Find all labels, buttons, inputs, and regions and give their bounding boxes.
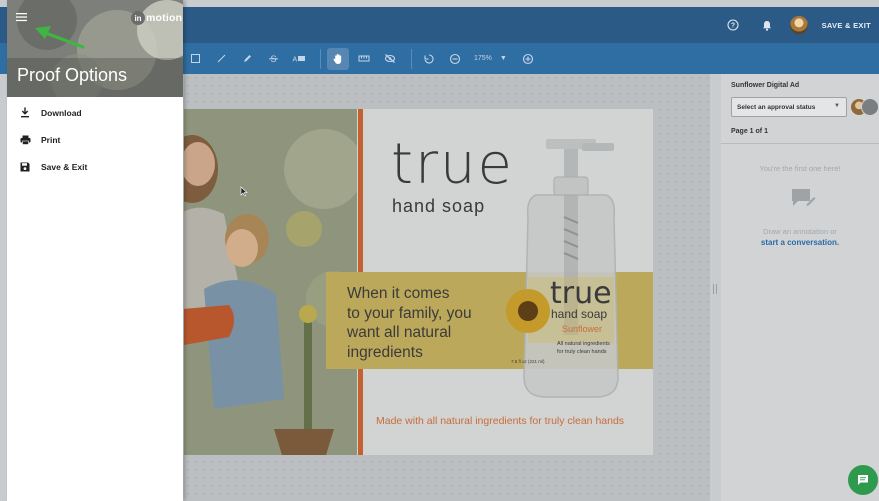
- proof-artwork[interactable]: true hand soap When it comes to your fam…: [184, 109, 653, 455]
- toolbar-divider: [320, 48, 321, 69]
- chat-icon: [858, 475, 868, 485]
- brand-subtitle: hand soap: [392, 196, 486, 216]
- menu-item-print[interactable]: Print: [7, 126, 183, 153]
- bottle-label-flavor: Sunflower: [562, 324, 603, 334]
- help-icon[interactable]: ?: [722, 14, 744, 36]
- bottle-label-sub: hand soap: [551, 307, 608, 321]
- chevron-down-icon: ▼: [834, 103, 840, 109]
- inmotion-logo: in motion: [131, 11, 182, 25]
- chat-button[interactable]: [848, 465, 878, 495]
- line-icon[interactable]: [210, 48, 232, 70]
- download-icon: [19, 107, 31, 119]
- user-avatar[interactable]: [789, 16, 808, 34]
- approval-status-value: Select an approval status: [737, 103, 816, 111]
- print-icon: [19, 134, 31, 146]
- save-icon: [19, 161, 31, 173]
- hide-icon[interactable]: [379, 48, 401, 70]
- svg-text:A: A: [293, 57, 298, 64]
- svg-text:?: ?: [730, 23, 734, 30]
- zoom-level[interactable]: 175%: [474, 55, 492, 62]
- drawer-title: Proof Options: [17, 65, 128, 85]
- top-bar-actions: ? SAVE & EXIT: [722, 7, 879, 43]
- inmotion-logo-mark: in: [131, 11, 145, 25]
- menu-item-label: Save & Exit: [41, 161, 88, 172]
- annotation-arrow-icon: [35, 26, 85, 49]
- zoom-out-icon[interactable]: [444, 48, 466, 70]
- mouse-cursor-icon: [240, 186, 248, 197]
- bottle-label-desc: All natural ingredients: [557, 341, 610, 347]
- rotate-icon[interactable]: [418, 48, 440, 70]
- save-exit-button[interactable]: SAVE & EXIT: [822, 21, 871, 30]
- proof-title: Sunflower Digital Ad: [731, 82, 800, 89]
- start-conversation-link[interactable]: start a conversation.: [721, 238, 879, 247]
- text-replace-icon[interactable]: A: [288, 48, 310, 70]
- menu-item-label: Download: [41, 107, 82, 118]
- panel-divider: [721, 143, 879, 144]
- menu-item-download[interactable]: Download: [7, 99, 183, 126]
- drawer-header: in motion Proof Options: [7, 0, 183, 97]
- square-icon[interactable]: [184, 48, 206, 70]
- chevron-down-icon[interactable]: ▼: [500, 55, 507, 62]
- bottle-label-desc-2: for truly clean hands: [557, 349, 607, 355]
- reviewer-avatars[interactable]: [850, 98, 879, 116]
- hand-icon[interactable]: [327, 47, 349, 70]
- comments-panel: Sunflower Digital Ad Select an approval …: [721, 74, 879, 501]
- pen-icon[interactable]: [236, 48, 258, 70]
- brand-logo-text: true: [391, 132, 514, 197]
- empty-state-prompt: Draw an annotation or: [763, 227, 837, 236]
- proof-options-menu: Download Print Save & Exit: [7, 99, 183, 180]
- zoom-in-icon[interactable]: [517, 48, 539, 70]
- empty-state-text: You're the first one here!: [759, 164, 841, 173]
- menu-item-label: Print: [41, 134, 61, 145]
- ruler-icon[interactable]: [353, 48, 375, 70]
- bottle-label-brand: true: [550, 276, 612, 311]
- reviewer-avatar-2[interactable]: [861, 98, 879, 116]
- toolbar-tools: S A 175% ▼: [184, 43, 543, 74]
- ad-headline: When it comes to your family, you want a…: [347, 285, 472, 361]
- proof-options-drawer: in motion Proof Options Download Print S…: [7, 0, 183, 501]
- ad-tagline: Made with all natural ingredients for tr…: [376, 415, 625, 427]
- toolbar-divider-2: [411, 48, 412, 69]
- conversation-icon: [792, 189, 816, 206]
- bottle-label-size: 7.5 fl oz (221 ml): [511, 359, 545, 364]
- page-indicator: Page 1 of 1: [731, 128, 768, 135]
- inmotion-logo-text: motion: [146, 12, 183, 24]
- bell-icon[interactable]: [756, 14, 778, 36]
- panel-resize-handle[interactable]: [713, 284, 717, 294]
- hamburger-menu-icon[interactable]: [16, 12, 28, 22]
- menu-item-save-exit[interactable]: Save & Exit: [7, 153, 183, 180]
- strikethrough-icon[interactable]: S: [262, 48, 284, 70]
- approval-status-select[interactable]: Select an approval status ▼: [731, 97, 847, 117]
